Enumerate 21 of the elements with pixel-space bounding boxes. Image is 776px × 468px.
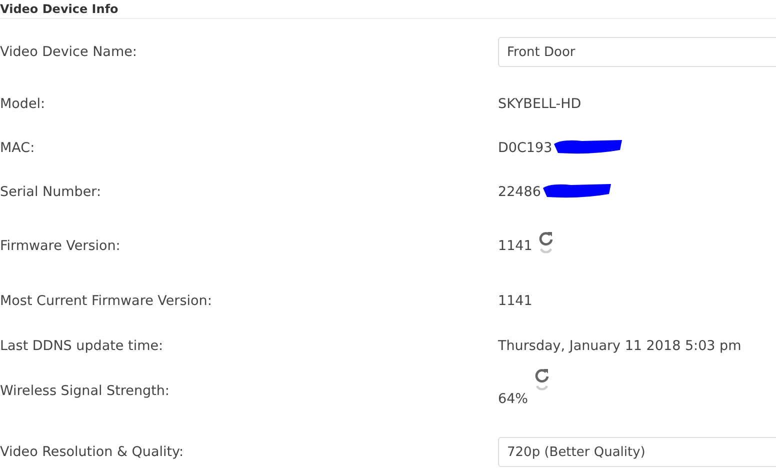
field-value: Thursday, January 11 2018 5:03 pm bbox=[498, 338, 742, 354]
field-value: SKYBELL-HD bbox=[498, 96, 582, 112]
input-field[interactable]: Front Door bbox=[498, 37, 776, 67]
field-label: Video Device Name: bbox=[0, 44, 138, 60]
field-label: Most Current Firmware Version: bbox=[0, 293, 213, 309]
field-label: Firmware Version: bbox=[0, 238, 122, 254]
section-title: Video Device Info bbox=[0, 2, 118, 16]
field-label: Serial Number: bbox=[0, 184, 102, 200]
field-label: Wireless Signal Strength: bbox=[0, 383, 170, 399]
refresh-icon[interactable] bbox=[534, 367, 550, 393]
input-field[interactable]: 720p (Better Quality) bbox=[498, 437, 776, 467]
field-value: 1141 bbox=[498, 238, 532, 254]
refresh-icon[interactable] bbox=[538, 230, 554, 256]
field-label: Last DDNS update time: bbox=[0, 338, 164, 354]
field-value: D0C193 bbox=[498, 140, 552, 156]
field-value: 1141 bbox=[498, 293, 532, 309]
field-label: Video Resolution & Quality: bbox=[0, 444, 185, 460]
field-label: Model: bbox=[0, 96, 46, 112]
field-value: 64% bbox=[498, 391, 528, 407]
field-label: MAC: bbox=[0, 140, 36, 156]
field-value: 22486 bbox=[498, 184, 541, 200]
